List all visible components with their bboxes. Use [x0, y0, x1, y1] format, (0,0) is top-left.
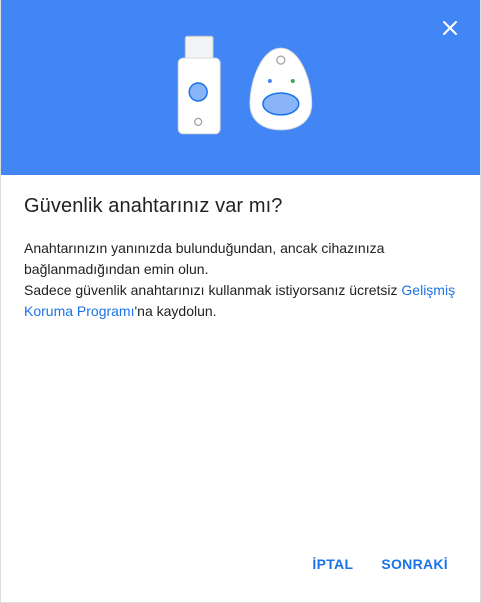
- close-icon: [443, 21, 457, 35]
- program-text-suffix: 'na kaydolun.: [134, 303, 217, 319]
- dialog-content: Güvenlik anahtarınız var mı? Anahtarınız…: [1, 175, 480, 322]
- bluetooth-security-key-icon: [249, 47, 313, 131]
- program-text-prefix: Sadece güvenlik anahtarınızı kullanmak i…: [24, 282, 402, 298]
- cancel-button[interactable]: İPTAL: [312, 556, 353, 572]
- usb-security-key-icon: [177, 35, 221, 135]
- instruction-text: Anahtarınızın yanınızda bulunduğundan, a…: [24, 240, 385, 277]
- program-text: Sadece güvenlik anahtarınızı kullanmak i…: [24, 280, 457, 322]
- security-key-dialog: Güvenlik anahtarınız var mı? Anahtarınız…: [0, 0, 481, 603]
- next-button[interactable]: SONRAKİ: [381, 556, 448, 572]
- dialog-header-illustration: [1, 0, 480, 175]
- dialog-actions: İPTAL SONRAKİ: [312, 556, 448, 572]
- dialog-title: Güvenlik anahtarınız var mı?: [24, 195, 283, 217]
- dialog-body: Anahtarınızın yanınızda bulunduğundan, a…: [24, 238, 457, 322]
- close-button[interactable]: [440, 18, 460, 38]
- security-keys-illustration: [177, 35, 313, 135]
